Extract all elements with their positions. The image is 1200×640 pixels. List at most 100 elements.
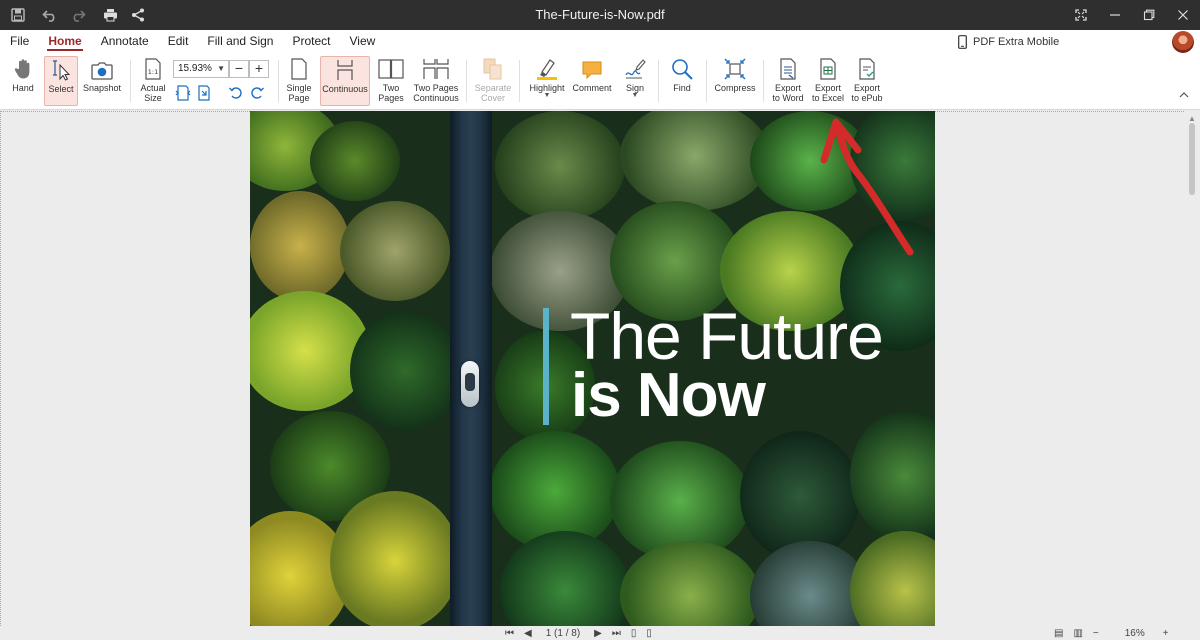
menu-protect[interactable]: Protect: [292, 30, 330, 54]
page-view-icon[interactable]: ▤: [1054, 628, 1063, 639]
two-pages-label-line1: Two: [382, 83, 400, 93]
compress-label: Compress: [714, 83, 756, 93]
collapse-ribbon-icon[interactable]: [1176, 88, 1192, 102]
search-icon: [672, 59, 693, 80]
camera-icon: [91, 62, 113, 80]
select-cursor-icon: [53, 60, 71, 81]
pdf-extra-mobile-link[interactable]: PDF Extra Mobile: [958, 30, 1059, 54]
find-button[interactable]: Find: [665, 56, 699, 106]
two-pages-continuous-label-line2: Continuous: [413, 93, 459, 103]
zoom-level-select[interactable]: 15.93% ▼: [173, 60, 229, 78]
page-copy-icon[interactable]: ▯: [646, 628, 652, 639]
first-page-icon[interactable]: ⏮: [505, 628, 514, 639]
redo-icon[interactable]: [66, 3, 90, 27]
comment-button[interactable]: Comment: [571, 56, 613, 106]
svg-text:1:1: 1:1: [148, 68, 158, 76]
avatar[interactable]: [1172, 31, 1194, 53]
ribbon-separator: [466, 60, 467, 102]
two-pages-label-line2: Pages: [378, 93, 404, 103]
title-bar: The-Future-is-Now.pdf: [0, 0, 1200, 30]
two-pages-button[interactable]: Two Pages: [375, 56, 407, 106]
last-page-icon[interactable]: ⏭: [612, 628, 621, 639]
menu-edit[interactable]: Edit: [168, 30, 189, 54]
export-to-excel-button[interactable]: Export to Excel: [810, 56, 846, 106]
excel-document-icon: [820, 58, 836, 80]
zoom-out-button[interactable]: −: [229, 60, 249, 78]
highlighter-icon: [537, 59, 557, 80]
comment-label: Comment: [572, 83, 612, 93]
snapshot-button[interactable]: Snapshot: [82, 56, 122, 106]
continuous-icon: [337, 60, 353, 80]
select-tool-button[interactable]: Select: [44, 56, 78, 106]
word-document-icon: [780, 58, 796, 80]
chevron-down-icon: ▼: [217, 64, 225, 73]
fullscreen-icon[interactable]: [1064, 0, 1098, 30]
continuous-label: Continuous: [322, 84, 368, 94]
zoom-level-value: 15.93%: [178, 63, 212, 74]
menu-view[interactable]: View: [349, 30, 375, 54]
pdf-extra-mobile-label: PDF Extra Mobile: [973, 36, 1060, 48]
zoom-in-button[interactable]: +: [249, 60, 269, 78]
sign-button[interactable]: Sign ▼: [619, 56, 651, 106]
actual-size-button[interactable]: 1:1 Actual Size: [137, 56, 169, 106]
export-word-label-line1: Export: [774, 83, 801, 93]
single-page-label-line2: Page: [288, 93, 310, 103]
select-label: Select: [48, 84, 74, 94]
document-view-icon[interactable]: ▥: [1073, 628, 1082, 639]
previous-page-icon[interactable]: ◀: [524, 628, 532, 639]
heading-accent-bar: [543, 308, 549, 425]
menu-bar: File Home Annotate Edit Fill and Sign Pr…: [0, 30, 1200, 54]
car-image: [461, 361, 479, 407]
export-to-word-button[interactable]: Export to Word: [770, 56, 806, 106]
two-pages-icon: [378, 59, 404, 79]
two-pages-continuous-label-line1: Two Pages: [413, 83, 459, 93]
compress-button[interactable]: Compress: [713, 56, 757, 106]
two-pages-continuous-button[interactable]: Two Pages Continuous: [412, 56, 460, 106]
restore-icon[interactable]: [1132, 0, 1166, 30]
page-thumbnail-icon[interactable]: ▯: [631, 628, 637, 639]
separate-cover-label-line1: Separate: [474, 83, 512, 93]
ribbon-separator: [519, 60, 520, 102]
ribbon-separator: [763, 60, 764, 102]
actual-size-label-line1: Actual: [140, 83, 166, 93]
export-to-epub-button[interactable]: Export to ePub: [849, 56, 885, 106]
fit-width-icon[interactable]: [174, 84, 192, 102]
rotate-left-icon[interactable]: [227, 84, 245, 102]
hand-label: Hand: [12, 83, 34, 93]
share-icon[interactable]: [126, 3, 150, 27]
rotate-right-icon[interactable]: [248, 84, 266, 102]
export-word-label-line2: to Word: [772, 93, 804, 103]
undo-icon[interactable]: [38, 3, 62, 27]
menu-fill-and-sign[interactable]: Fill and Sign: [207, 30, 273, 54]
next-page-icon[interactable]: ▶: [594, 628, 602, 639]
menu-home[interactable]: Home: [47, 30, 84, 54]
chevron-down-icon: ▼: [543, 92, 551, 99]
separate-cover-icon: [483, 58, 502, 80]
scroll-up-icon[interactable]: ▲: [1188, 114, 1196, 123]
separate-cover-button[interactable]: Separate Cover: [474, 56, 512, 106]
export-epub-label-line1: Export: [853, 83, 880, 93]
menu-file[interactable]: File: [10, 30, 29, 54]
minimize-icon[interactable]: [1098, 0, 1132, 30]
close-icon[interactable]: [1166, 0, 1200, 30]
status-zoom-percent[interactable]: 16%: [1125, 628, 1145, 639]
hand-tool-button[interactable]: Hand: [8, 56, 38, 106]
continuous-view-button[interactable]: Continuous: [320, 56, 370, 106]
fit-page-icon[interactable]: [195, 84, 213, 102]
save-icon[interactable]: [6, 3, 30, 27]
compress-icon: [724, 58, 746, 80]
single-page-button[interactable]: Single Page: [283, 56, 315, 106]
status-zoom-out-button[interactable]: −: [1093, 628, 1099, 639]
highlight-button[interactable]: Highlight ▼: [527, 56, 567, 106]
separate-cover-label-line2: Cover: [480, 93, 505, 103]
page-indicator[interactable]: 1 (1 / 8): [546, 628, 580, 639]
status-zoom-in-button[interactable]: +: [1163, 628, 1169, 639]
print-icon[interactable]: [98, 3, 122, 27]
menu-annotate[interactable]: Annotate: [101, 30, 149, 54]
document-title: The-Future-is-Now.pdf: [535, 7, 665, 22]
scrollbar-thumb[interactable]: [1189, 123, 1195, 195]
page-navigation: ⏮ ◀ 1 (1 / 8) ▶ ⏭ ▯ ▯: [505, 626, 652, 640]
ribbon-separator: [130, 60, 131, 102]
vertical-scrollbar[interactable]: ▲: [1184, 111, 1200, 626]
signature-pen-icon: [625, 59, 646, 79]
